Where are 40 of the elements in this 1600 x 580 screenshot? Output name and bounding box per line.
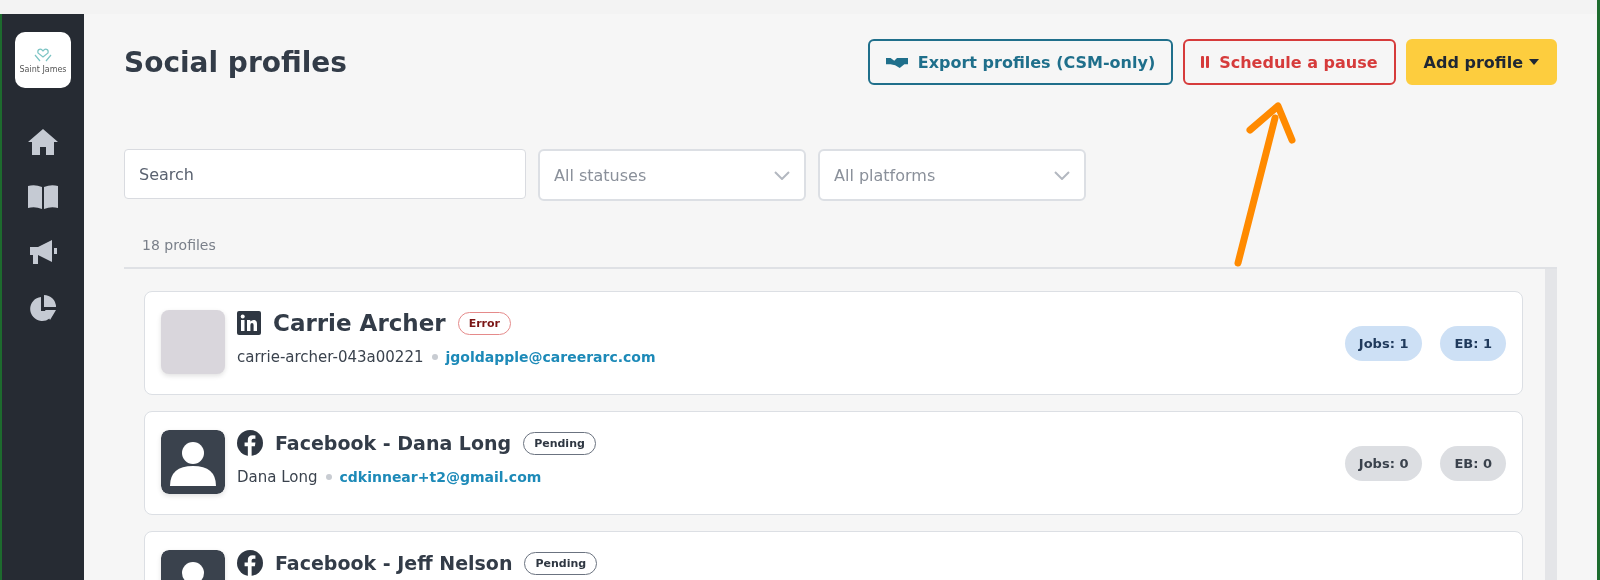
pie-chart-icon[interactable] [28, 294, 58, 324]
book-icon[interactable] [27, 184, 59, 210]
logo-tile[interactable]: Saint James [15, 32, 71, 88]
filter-dropdown[interactable]: All platforms [818, 149, 1086, 201]
profile-card[interactable]: Facebook - Dana Long Pending Dana Long cdkinnear+t2@gmail.com Jobs: 0 EB: 0 [144, 411, 1523, 515]
schedule-pause-button[interactable]: Schedule a pause [1183, 39, 1396, 85]
facebook-icon [237, 430, 263, 456]
search-field[interactable]: Search [124, 149, 526, 199]
add-profile-button[interactable]: Add profile [1405, 39, 1557, 85]
pause-icon [1201, 56, 1210, 68]
profile-handle: carrie-archer-043a00221 [237, 348, 424, 366]
export-button[interactable]: Export profiles (CSM-only) [867, 39, 1174, 85]
chevron-down-icon [1054, 170, 1070, 180]
photo-placeholder [161, 310, 225, 374]
email-link[interactable]: jgoldapple@careerarc.com [445, 349, 656, 365]
profile-name: Facebook - Jeff Nelson [275, 552, 513, 574]
count-badge: Jobs: 0 [1344, 445, 1423, 481]
profile-name: Facebook - Dana Long [275, 432, 512, 454]
home-icon[interactable] [27, 128, 59, 156]
count-badge: EB: 0 [1440, 445, 1506, 481]
user-silhouette-icon [161, 430, 225, 494]
profile-name: Carrie Archer [273, 310, 446, 336]
count-badge: EB: 1 [1440, 325, 1506, 361]
email-link[interactable]: cdkinnear+t2@gmail.com [339, 469, 542, 485]
profile-handle: Dana Long [237, 468, 318, 486]
profile-count: 18 profiles [142, 237, 217, 255]
separator-dot [431, 354, 438, 360]
facebook-icon [237, 550, 263, 576]
count-badge: Jobs: 1 [1344, 325, 1423, 361]
chevron-down-icon [774, 170, 790, 180]
profile-card[interactable]: Facebook - Jeff Nelson Pending [144, 531, 1523, 580]
page-title: Social profiles [124, 45, 347, 79]
megaphone-icon[interactable] [28, 238, 58, 266]
separator-dot [325, 474, 332, 480]
profile-card[interactable]: Carrie Archer Error carrie-archer-043a00221 jgoldapple@careerarc.com Jobs: 1 EB: 1 [144, 291, 1523, 395]
filter-dropdown[interactable]: All statuses [538, 149, 806, 201]
logo-text: Saint James [19, 64, 67, 74]
caret-icon [1529, 59, 1539, 65]
linkedin-icon [237, 311, 261, 335]
hands-heart-icon [33, 46, 53, 63]
